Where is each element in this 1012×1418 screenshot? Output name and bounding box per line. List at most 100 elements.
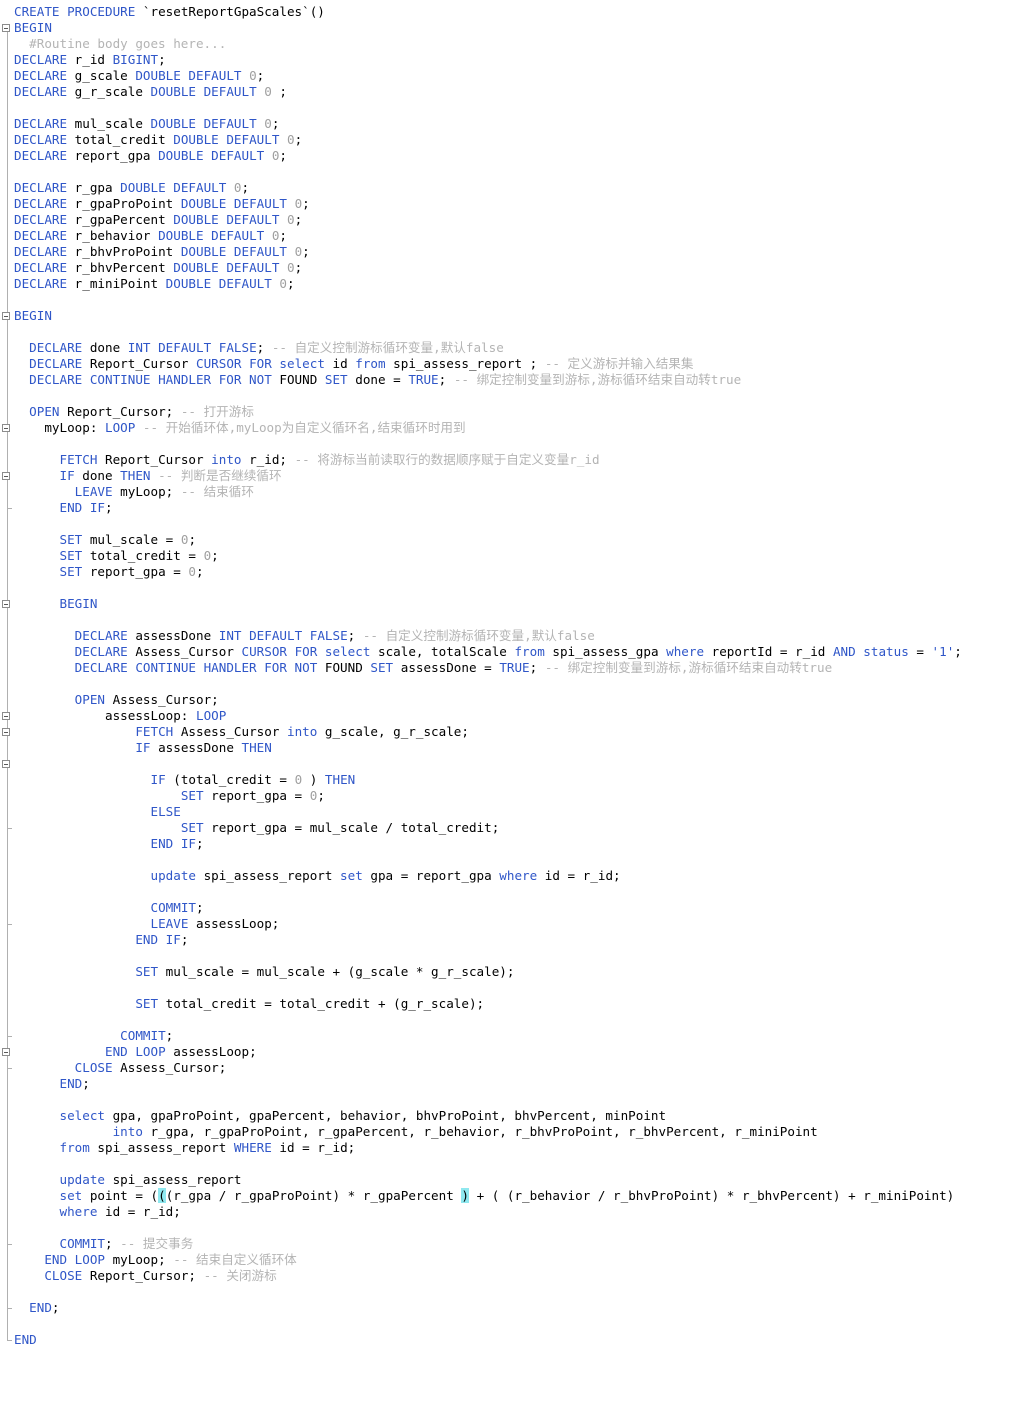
code-line[interactable]: DECLARE r_id BIGINT; xyxy=(14,52,1010,68)
code-text: ; xyxy=(271,84,287,99)
code-line[interactable]: set point = (((r_gpa / r_gpaProPoint) * … xyxy=(14,1188,1010,1204)
fold-toggle[interactable] xyxy=(2,760,10,768)
code-line[interactable] xyxy=(14,1012,1010,1028)
code-line[interactable] xyxy=(14,612,1010,628)
code-line[interactable]: END IF; xyxy=(14,500,1010,516)
code-line[interactable]: END xyxy=(14,1332,1010,1348)
code-line[interactable] xyxy=(14,1092,1010,1108)
code-line[interactable] xyxy=(14,884,1010,900)
code-line[interactable] xyxy=(14,756,1010,772)
fold-toggle[interactable] xyxy=(2,24,10,32)
code-line[interactable]: CREATE PROCEDURE `resetReportGpaScales`(… xyxy=(14,4,1010,20)
code-line[interactable]: COMMIT; xyxy=(14,900,1010,916)
code-line[interactable]: ELSE xyxy=(14,804,1010,820)
code-line[interactable]: END IF; xyxy=(14,932,1010,948)
code-line[interactable]: DECLARE r_bhvProPoint DOUBLE DEFAULT 0; xyxy=(14,244,1010,260)
code-line[interactable] xyxy=(14,1284,1010,1300)
code-line[interactable]: DECLARE r_behavior DOUBLE DEFAULT 0; xyxy=(14,228,1010,244)
code-line[interactable]: DECLARE CONTINUE HANDLER FOR NOT FOUND S… xyxy=(14,660,1010,676)
code-line[interactable]: END; xyxy=(14,1076,1010,1092)
code-line[interactable] xyxy=(14,164,1010,180)
code-area[interactable]: CREATE PROCEDURE `resetReportGpaScales`(… xyxy=(14,4,1010,1348)
code-line[interactable] xyxy=(14,324,1010,340)
code-line[interactable]: SET mul_scale = 0; xyxy=(14,532,1010,548)
code-line[interactable] xyxy=(14,580,1010,596)
fold-toggle[interactable] xyxy=(2,312,10,320)
code-line[interactable]: DECLARE r_gpaPercent DOUBLE DEFAULT 0; xyxy=(14,212,1010,228)
code-line[interactable]: OPEN Assess_Cursor; xyxy=(14,692,1010,708)
code-line[interactable]: DECLARE r_gpaProPoint DOUBLE DEFAULT 0; xyxy=(14,196,1010,212)
code-line[interactable] xyxy=(14,516,1010,532)
code-line[interactable]: DECLARE CONTINUE HANDLER FOR NOT FOUND S… xyxy=(14,372,1010,388)
code-line[interactable] xyxy=(14,1220,1010,1236)
code-line[interactable]: DECLARE r_miniPoint DOUBLE DEFAULT 0; xyxy=(14,276,1010,292)
code-line[interactable]: IF assessDone THEN xyxy=(14,740,1010,756)
code-line[interactable]: DECLARE report_gpa DOUBLE DEFAULT 0; xyxy=(14,148,1010,164)
code-line[interactable]: DECLARE mul_scale DOUBLE DEFAULT 0; xyxy=(14,116,1010,132)
fold-toggle[interactable] xyxy=(2,600,10,608)
code-line[interactable]: myLoop: LOOP -- 开始循环体,myLoop为自定义循环名,结束循环… xyxy=(14,420,1010,436)
code-line[interactable] xyxy=(14,292,1010,308)
code-editor[interactable]: CREATE PROCEDURE `resetReportGpaScales`(… xyxy=(0,0,1012,1418)
code-line[interactable]: END; xyxy=(14,1300,1010,1316)
code-line[interactable]: LEAVE myLoop; -- 结束循环 xyxy=(14,484,1010,500)
code-line[interactable]: END IF; xyxy=(14,836,1010,852)
code-line[interactable]: #Routine body goes here... xyxy=(14,36,1010,52)
code-line[interactable]: BEGIN xyxy=(14,308,1010,324)
code-line[interactable]: IF done THEN -- 判断是否继续循环 xyxy=(14,468,1010,484)
code-line[interactable]: DECLARE Assess_Cursor CURSOR FOR select … xyxy=(14,644,1010,660)
code-line[interactable]: SET report_gpa = mul_scale / total_credi… xyxy=(14,820,1010,836)
code-line[interactable]: OPEN Report_Cursor; -- 打开游标 xyxy=(14,404,1010,420)
code-line[interactable] xyxy=(14,1316,1010,1332)
code-line[interactable]: FETCH Assess_Cursor into g_scale, g_r_sc… xyxy=(14,724,1010,740)
code-comment: -- 关闭游标 xyxy=(203,1268,277,1283)
code-line[interactable] xyxy=(14,100,1010,116)
code-line[interactable] xyxy=(14,1156,1010,1172)
code-line[interactable] xyxy=(14,436,1010,452)
fold-toggle[interactable] xyxy=(2,472,10,480)
code-line[interactable]: DECLARE assessDone INT DEFAULT FALSE; --… xyxy=(14,628,1010,644)
code-line[interactable] xyxy=(14,948,1010,964)
code-line[interactable]: SET mul_scale = mul_scale + (g_scale * g… xyxy=(14,964,1010,980)
code-line[interactable]: assessLoop: LOOP xyxy=(14,708,1010,724)
code-line[interactable]: select gpa, gpaProPoint, gpaPercent, beh… xyxy=(14,1108,1010,1124)
code-line[interactable]: DECLARE total_credit DOUBLE DEFAULT 0; xyxy=(14,132,1010,148)
fold-toggle[interactable] xyxy=(2,712,10,720)
fold-toggle[interactable] xyxy=(2,1048,10,1056)
code-comment: -- 结束自定义循环体 xyxy=(173,1252,297,1267)
code-line[interactable]: DECLARE r_gpa DOUBLE DEFAULT 0; xyxy=(14,180,1010,196)
code-line[interactable]: FETCH Report_Cursor into r_id; -- 将游标当前读… xyxy=(14,452,1010,468)
code-line[interactable]: DECLARE g_r_scale DOUBLE DEFAULT 0 ; xyxy=(14,84,1010,100)
code-line[interactable] xyxy=(14,676,1010,692)
code-line[interactable]: CLOSE Report_Cursor; -- 关闭游标 xyxy=(14,1268,1010,1284)
code-line[interactable]: BEGIN xyxy=(14,596,1010,612)
fold-toggle[interactable] xyxy=(2,728,10,736)
code-line[interactable]: SET report_gpa = 0; xyxy=(14,788,1010,804)
code-line[interactable]: BEGIN xyxy=(14,20,1010,36)
code-line[interactable] xyxy=(14,980,1010,996)
code-line[interactable]: into r_gpa, r_gpaProPoint, r_gpaPercent,… xyxy=(14,1124,1010,1140)
code-line[interactable]: END LOOP myLoop; -- 结束自定义循环体 xyxy=(14,1252,1010,1268)
code-line[interactable]: COMMIT; -- 提交事务 xyxy=(14,1236,1010,1252)
code-line[interactable]: where id = r_id; xyxy=(14,1204,1010,1220)
code-line[interactable]: DECLARE g_scale DOUBLE DEFAULT 0; xyxy=(14,68,1010,84)
code-line[interactable]: from spi_assess_report WHERE id = r_id; xyxy=(14,1140,1010,1156)
code-line[interactable]: COMMIT; xyxy=(14,1028,1010,1044)
code-line[interactable] xyxy=(14,852,1010,868)
code-line[interactable]: IF (total_credit = 0 ) THEN xyxy=(14,772,1010,788)
code-line[interactable]: SET total_credit = 0; xyxy=(14,548,1010,564)
code-line[interactable]: LEAVE assessLoop; xyxy=(14,916,1010,932)
code-line[interactable]: END LOOP assessLoop; xyxy=(14,1044,1010,1060)
code-line[interactable]: update spi_assess_report xyxy=(14,1172,1010,1188)
code-line[interactable]: CLOSE Assess_Cursor; xyxy=(14,1060,1010,1076)
code-line[interactable]: SET total_credit = total_credit + (g_r_s… xyxy=(14,996,1010,1012)
fold-toggle[interactable] xyxy=(2,424,10,432)
code-line[interactable]: DECLARE Report_Cursor CURSOR FOR select … xyxy=(14,356,1010,372)
code-line[interactable]: DECLARE done INT DEFAULT FALSE; -- 自定义控制… xyxy=(14,340,1010,356)
code-line[interactable] xyxy=(14,388,1010,404)
code-line[interactable]: SET report_gpa = 0; xyxy=(14,564,1010,580)
code-line[interactable]: DECLARE r_bhvPercent DOUBLE DEFAULT 0; xyxy=(14,260,1010,276)
code-line[interactable]: update spi_assess_report set gpa = repor… xyxy=(14,868,1010,884)
